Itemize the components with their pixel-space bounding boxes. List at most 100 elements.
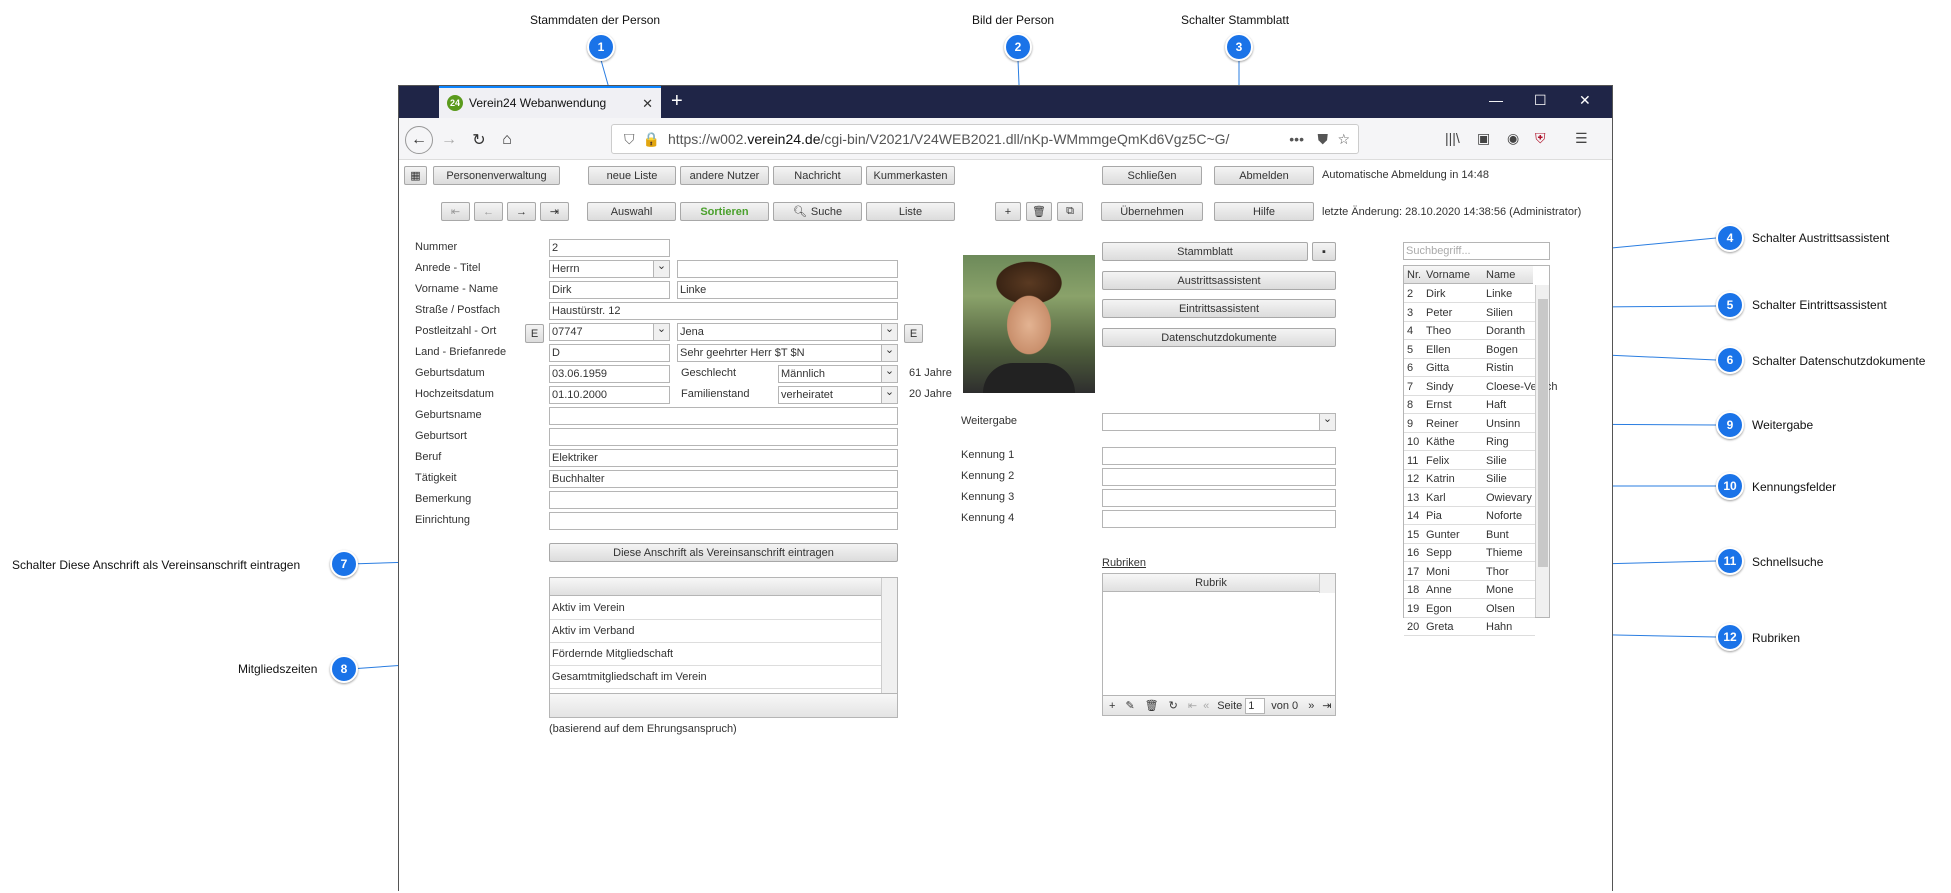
beruf-input[interactable]: Elektriker bbox=[549, 449, 898, 467]
sidebar-icon[interactable]: ▣ bbox=[1477, 130, 1490, 147]
next-page-icon[interactable]: » bbox=[1308, 700, 1314, 712]
back-icon[interactable]: ← bbox=[405, 126, 433, 154]
prev-record-button[interactable]: ← bbox=[474, 202, 503, 221]
name-input[interactable]: Linke bbox=[677, 281, 898, 299]
library-icon[interactable]: |||\ bbox=[1445, 130, 1460, 146]
copy-record-button[interactable]: ⧉ bbox=[1057, 202, 1083, 221]
hilfe-button[interactable]: Hilfe bbox=[1214, 202, 1314, 221]
mitgliedszeit-row[interactable]: Aktiv im Verband bbox=[550, 620, 881, 643]
quicklist-scroll-thumb[interactable] bbox=[1538, 299, 1548, 567]
vorname-input[interactable]: Dirk bbox=[549, 281, 670, 299]
geburtsname-input[interactable] bbox=[549, 407, 898, 425]
ublock-icon[interactable]: ⛨ bbox=[1535, 130, 1546, 147]
maximize-icon[interactable]: ☐ bbox=[1534, 92, 1547, 109]
austrittsassistent-button[interactable]: Austrittsassistent bbox=[1102, 271, 1336, 290]
quicklist-scrollbar[interactable] bbox=[1535, 285, 1549, 617]
quicklist-row[interactable]: 6 Gitta Ristin bbox=[1404, 359, 1535, 377]
strasse-input[interactable]: Haustürstr. 12 bbox=[549, 302, 898, 320]
kennung-4-input[interactable] bbox=[1102, 510, 1336, 528]
eintrittsassistent-button[interactable]: Eintrittsassistent bbox=[1102, 299, 1336, 318]
quicklist-row[interactable]: 20 Greta Hahn bbox=[1404, 618, 1535, 636]
nachricht-button[interactable]: Nachricht bbox=[773, 166, 862, 185]
quicklist-row[interactable]: 10 Käthe Ring bbox=[1404, 433, 1535, 451]
plz-select[interactable]: 07747 bbox=[549, 323, 670, 341]
mitgliedszeit-row[interactable]: Aktiv im Verein bbox=[550, 597, 881, 620]
quicklist-row[interactable]: 18 Anne Mone bbox=[1404, 581, 1535, 599]
geschlecht-select[interactable]: Männlich bbox=[778, 365, 898, 383]
quicklist-row[interactable]: 9 Reiner Unsinn bbox=[1404, 415, 1535, 433]
ort-e-button[interactable]: E bbox=[904, 324, 923, 343]
browser-tab[interactable]: 24 Verein24 Webanwendung ✕ bbox=[439, 86, 661, 118]
trash-icon[interactable]: 🗑︎ bbox=[1145, 699, 1159, 712]
quicklist-row[interactable]: 17 Moni Thor bbox=[1404, 563, 1535, 581]
first-record-button[interactable]: ⇤ bbox=[441, 202, 470, 221]
quicklist-row[interactable]: 12 Katrin Silie bbox=[1404, 470, 1535, 488]
first-page-icon[interactable]: ⇤ bbox=[1188, 699, 1197, 712]
andere-nutzer-button[interactable]: andere Nutzer bbox=[680, 166, 769, 185]
land-input[interactable]: D bbox=[549, 344, 670, 362]
briefanrede-select[interactable]: Sehr geehrter Herr $T $N bbox=[677, 344, 898, 362]
geburtsdatum-input[interactable]: 03.06.1959 bbox=[549, 365, 670, 383]
rubriken-scrollbar[interactable] bbox=[1319, 574, 1335, 593]
header-nr[interactable]: Nr. bbox=[1407, 269, 1421, 281]
quicklist-row[interactable]: 4 Theo Doranth bbox=[1404, 322, 1535, 340]
quicklist-row[interactable]: 2 Dirk Linke bbox=[1404, 285, 1535, 303]
reload-icon[interactable]: ↻ bbox=[465, 126, 493, 154]
pocket-icon[interactable]: ⛊ bbox=[1318, 131, 1329, 148]
quicklist-row[interactable]: 3 Peter Silien bbox=[1404, 304, 1535, 322]
familienstand-select[interactable]: verheiratet bbox=[778, 386, 898, 404]
schliessen-button[interactable]: Schließen bbox=[1102, 166, 1202, 185]
bookmark-star-icon[interactable]: ☆ bbox=[1337, 131, 1350, 148]
url-bar[interactable]: ⛉ 🔒 https://w002. verein24.de/cgi-bin/V20… bbox=[611, 124, 1359, 154]
nummer-input[interactable]: 2 bbox=[549, 239, 670, 257]
close-tab-icon[interactable]: ✕ bbox=[642, 96, 653, 112]
weitergabe-select[interactable] bbox=[1102, 413, 1336, 431]
menu-icon[interactable]: ☰ bbox=[1575, 130, 1588, 147]
quicklist-row[interactable]: 16 Sepp Thieme bbox=[1404, 544, 1535, 562]
quicklist-row[interactable]: 11 Felix Silie bbox=[1404, 452, 1535, 470]
stammblatt-button[interactable]: Stammblatt bbox=[1102, 242, 1308, 261]
bemerkung-input[interactable] bbox=[549, 491, 898, 509]
anrede-select[interactable]: Herrn bbox=[549, 260, 670, 278]
forward-icon[interactable]: → bbox=[435, 126, 463, 154]
delete-record-button[interactable]: 🗑︎ bbox=[1026, 202, 1052, 221]
header-name[interactable]: Name bbox=[1486, 269, 1515, 281]
last-record-button[interactable]: ⇥ bbox=[540, 202, 569, 221]
next-record-button[interactable]: → bbox=[507, 202, 536, 221]
kennung-2-input[interactable] bbox=[1102, 468, 1336, 486]
rubriken-link[interactable]: Rubriken bbox=[1102, 557, 1146, 569]
datenschutzdokumente-button[interactable]: Datenschutzdokumente bbox=[1102, 328, 1336, 347]
mitgliedszeit-row[interactable]: Fördernde Mitgliedschaft bbox=[550, 643, 881, 666]
hochzeit-input[interactable]: 01.10.2000 bbox=[549, 386, 670, 404]
neue-liste-button[interactable]: neue Liste bbox=[588, 166, 676, 185]
suche-button[interactable]: 🔍︎ Suche bbox=[773, 202, 862, 221]
einrichtung-input[interactable] bbox=[549, 512, 898, 530]
menu-button[interactable]: ▦ bbox=[404, 166, 427, 185]
titel-input[interactable] bbox=[677, 260, 898, 278]
plus-icon[interactable]: + bbox=[1109, 700, 1115, 712]
uebernehmen-button[interactable]: Übernehmen bbox=[1101, 202, 1203, 221]
last-page-icon[interactable]: ⇥ bbox=[1322, 699, 1331, 712]
quicklist-row[interactable]: 7 Sindy Cloese-Vertich bbox=[1404, 378, 1558, 396]
close-window-icon[interactable]: ✕ bbox=[1579, 92, 1591, 109]
quicklist-row[interactable]: 5 Ellen Bogen bbox=[1404, 341, 1535, 359]
plz-e-button[interactable]: E bbox=[525, 324, 544, 343]
prev-page-icon[interactable]: « bbox=[1203, 700, 1209, 712]
refresh-icon[interactable]: ↻ bbox=[1169, 699, 1178, 712]
mitgliedszeit-row[interactable]: Gesamtmitgliedschaft im Verein bbox=[550, 666, 881, 689]
minimize-icon[interactable]: — bbox=[1489, 92, 1503, 108]
liste-button[interactable]: Liste bbox=[866, 202, 955, 221]
add-record-button[interactable]: + bbox=[995, 202, 1021, 221]
quicklist-row[interactable]: 14 Pia Noforte bbox=[1404, 507, 1535, 525]
quicklist-row[interactable]: 8 Ernst Haft bbox=[1404, 396, 1535, 414]
quicklist-row[interactable]: 13 Karl Owievary bbox=[1404, 489, 1535, 507]
geburtsort-input[interactable] bbox=[549, 428, 898, 446]
kennung-3-input[interactable] bbox=[1102, 489, 1336, 507]
home-icon[interactable]: ⌂ bbox=[493, 126, 521, 154]
auswahl-button[interactable]: Auswahl bbox=[587, 202, 676, 221]
abmelden-button[interactable]: Abmelden bbox=[1214, 166, 1314, 185]
page-actions-icon[interactable]: ••• bbox=[1289, 131, 1304, 147]
account-icon[interactable]: ◉ bbox=[1507, 130, 1519, 147]
page-number-input[interactable]: 1 bbox=[1245, 697, 1266, 714]
taetigkeit-input[interactable]: Buchhalter bbox=[549, 470, 898, 488]
